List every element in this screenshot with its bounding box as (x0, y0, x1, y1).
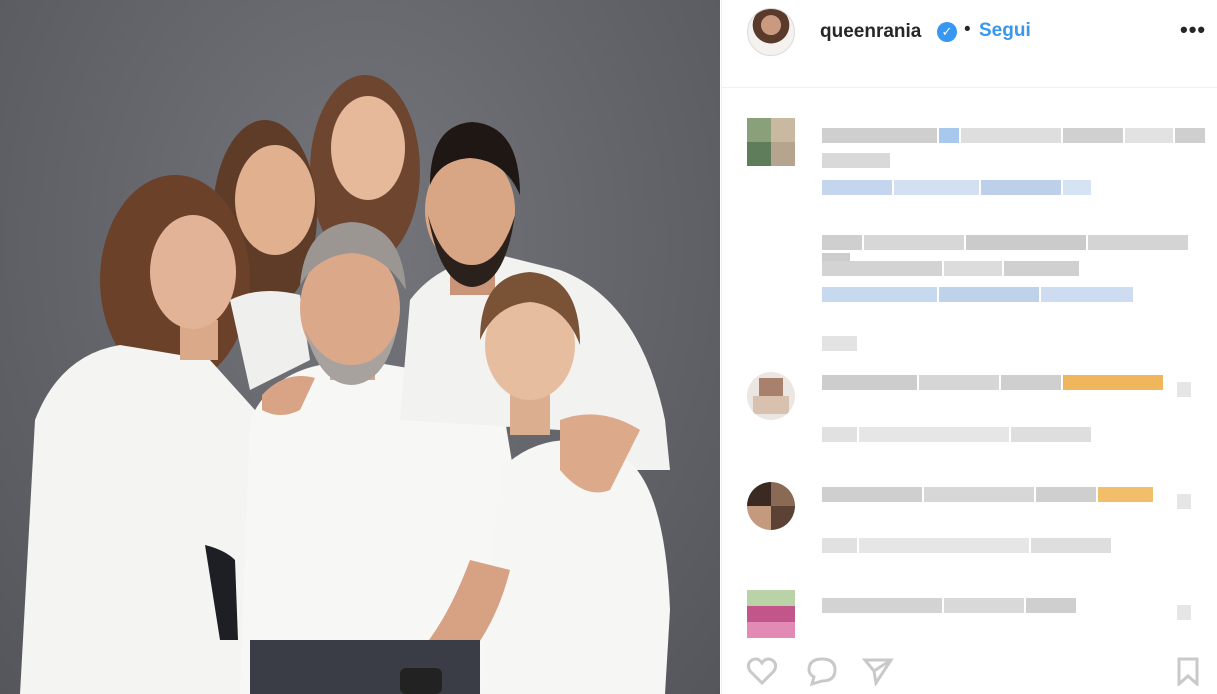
username-link[interactable]: queenrania (820, 21, 921, 43)
like-comment-icon[interactable] (1177, 494, 1193, 509)
comment-icon[interactable] (806, 656, 838, 687)
comment-text-pixelated (822, 375, 1165, 390)
more-options-icon[interactable]: ••• (1180, 17, 1206, 43)
comment-avatar[interactable] (747, 482, 795, 530)
comment-avatar[interactable] (747, 118, 795, 166)
post-photo[interactable] (0, 0, 720, 694)
comment-text-pixelated (822, 153, 892, 168)
comment-link-pixelated[interactable] (822, 180, 1093, 195)
separator-dot: • (964, 19, 971, 40)
comment-avatar[interactable] (747, 372, 795, 420)
comment-meta-pixelated (822, 427, 1093, 442)
like-comment-icon[interactable] (1177, 605, 1193, 620)
family-portrait-image (20, 75, 670, 694)
like-comment-icon[interactable] (1177, 382, 1193, 397)
comment-meta-pixelated (822, 336, 859, 351)
bookmark-icon[interactable] (1172, 656, 1204, 688)
share-icon[interactable] (861, 656, 894, 688)
avatar[interactable] (747, 8, 795, 56)
post-header: queenrania ✓ • Segui ••• (722, 0, 1217, 88)
comment-meta-pixelated (822, 538, 1113, 553)
comment-avatar[interactable] (747, 590, 795, 638)
comment-link-pixelated[interactable] (822, 287, 1135, 302)
comment-text-pixelated (822, 235, 1217, 268)
post-side-panel: queenrania ✓ • Segui ••• (721, 0, 1217, 694)
comment-text-pixelated (822, 598, 1078, 613)
verified-badge-icon: ✓ (937, 22, 957, 42)
post-actions-bar (722, 652, 1217, 694)
heart-icon[interactable] (746, 656, 778, 686)
comment-text-pixelated (822, 261, 1081, 276)
follow-button[interactable]: Segui (979, 20, 1031, 42)
comment-text-pixelated (822, 487, 1155, 502)
comment-text-pixelated (822, 128, 1207, 143)
